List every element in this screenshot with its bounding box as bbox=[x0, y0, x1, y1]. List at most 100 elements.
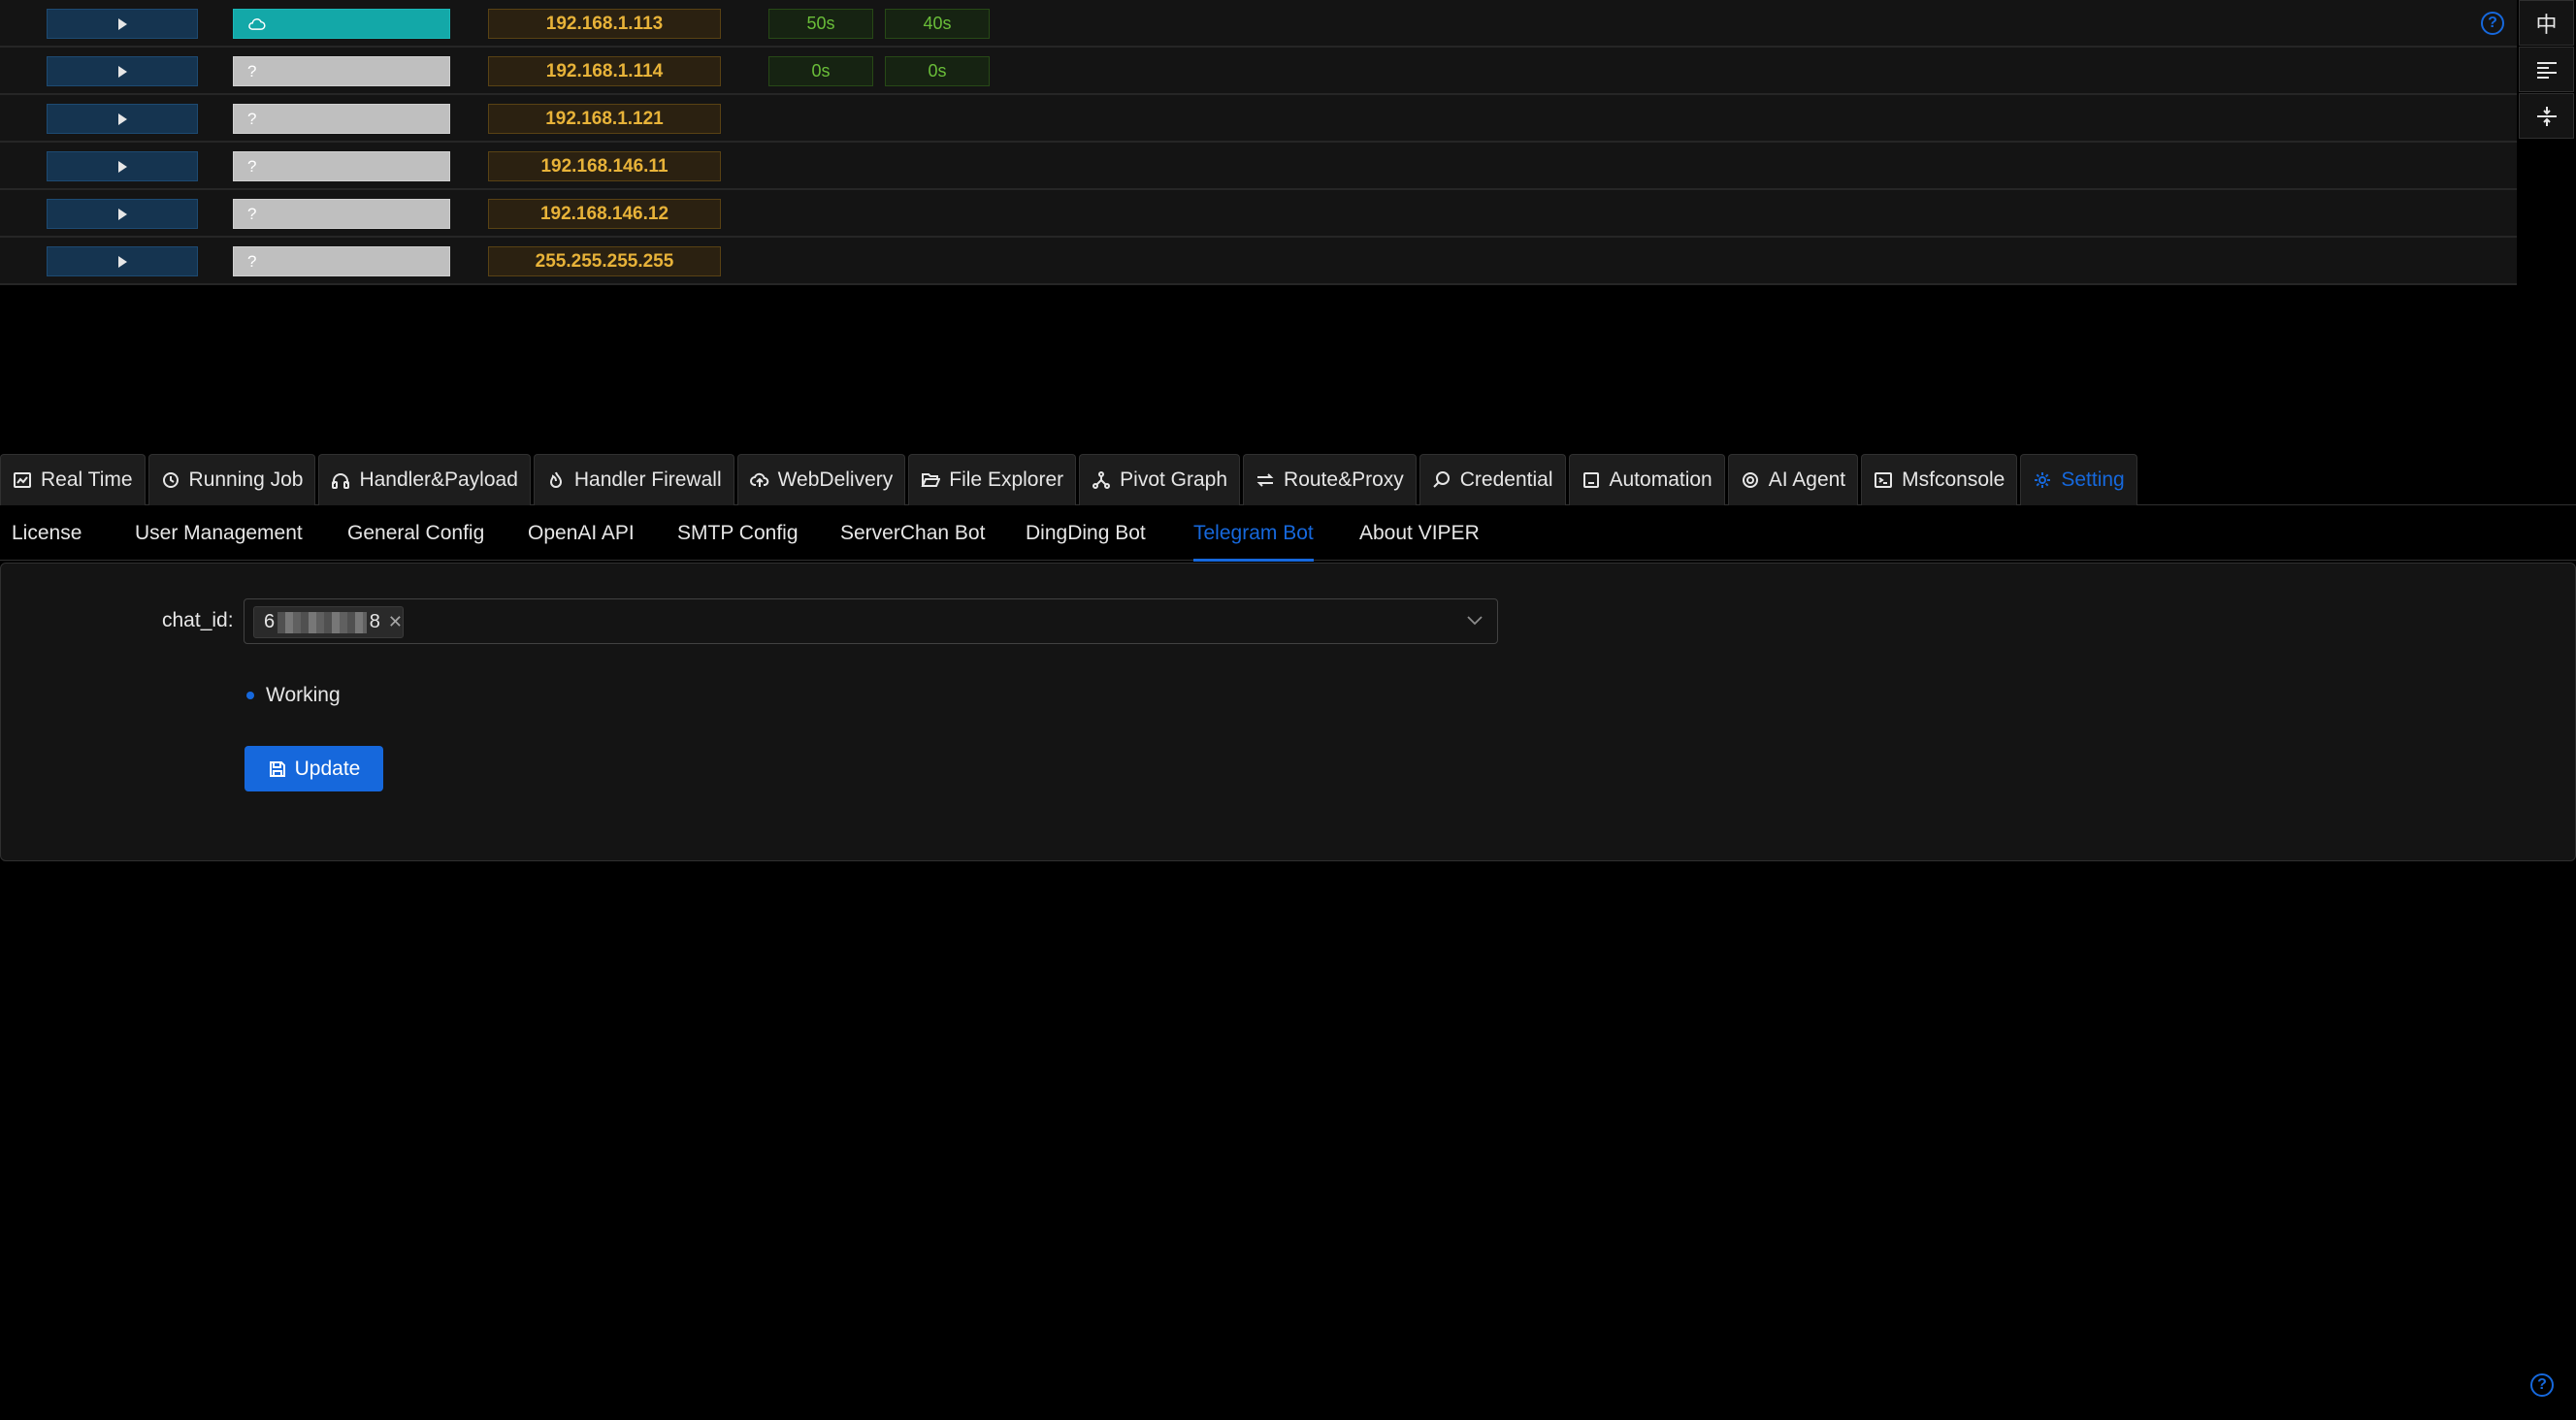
telegram-bot-panel: chat_id: 6 8 ✕ Working Update bbox=[0, 563, 2576, 861]
session-time: 40s bbox=[885, 9, 990, 39]
play-icon bbox=[117, 17, 127, 30]
fire-icon bbox=[549, 471, 562, 488]
host-ip[interactable]: 192.168.146.12 bbox=[488, 199, 721, 229]
split-button[interactable] bbox=[2519, 93, 2574, 139]
host-status-badge[interactable]: ? bbox=[233, 56, 450, 86]
play-icon bbox=[117, 255, 127, 268]
expand-button[interactable] bbox=[47, 104, 198, 134]
subtab-dingding-bot[interactable]: DingDing Bot bbox=[1026, 506, 1146, 561]
host-row[interactable]: 192.168.1.113 50s 40s bbox=[0, 0, 2517, 48]
subtab-user-management[interactable]: User Management bbox=[135, 506, 303, 561]
update-button[interactable]: Update bbox=[245, 746, 383, 791]
play-icon bbox=[117, 208, 127, 220]
expand-button[interactable] bbox=[47, 56, 198, 86]
save-icon bbox=[269, 760, 285, 777]
openai-icon bbox=[1742, 472, 1758, 488]
expand-button[interactable] bbox=[47, 151, 198, 181]
main-tab-bar: Real Time Running Job Handler&Payload Ha… bbox=[0, 454, 2576, 505]
host-row[interactable]: ? 192.168.146.11 bbox=[0, 143, 2517, 190]
tab-label: Running Job bbox=[188, 468, 304, 491]
status-dot-icon bbox=[246, 692, 254, 699]
chevron-down-icon[interactable] bbox=[1466, 611, 1484, 629]
tab-running-job[interactable]: Running Job bbox=[147, 454, 316, 505]
redacted-text bbox=[277, 611, 367, 633]
align-left-button[interactable] bbox=[2519, 47, 2574, 92]
setting-subtab-bar: License User Management General Config O… bbox=[0, 506, 2576, 562]
tab-label: File Explorer bbox=[949, 468, 1064, 491]
expand-button[interactable] bbox=[47, 199, 198, 229]
session-time: 0s bbox=[885, 56, 990, 86]
chart-icon bbox=[14, 472, 31, 488]
host-status-badge[interactable]: ? bbox=[233, 151, 450, 181]
host-row[interactable]: ? 192.168.146.12 bbox=[0, 190, 2517, 238]
tab-file-explorer[interactable]: File Explorer bbox=[908, 454, 1077, 505]
update-label: Update bbox=[294, 757, 361, 780]
host-status-badge[interactable] bbox=[233, 9, 450, 39]
tab-label: Real Time bbox=[41, 468, 133, 491]
host-ip[interactable]: 192.168.146.11 bbox=[488, 151, 721, 181]
robot-icon bbox=[1582, 472, 1599, 488]
heartbeat-time: 50s bbox=[768, 9, 873, 39]
chat-id-label: chat_id: bbox=[162, 609, 234, 631]
host-ip[interactable]: 192.168.1.114 bbox=[488, 56, 721, 86]
gear-icon bbox=[2035, 472, 2051, 488]
expand-button[interactable] bbox=[47, 246, 198, 276]
tab-handler-firewall[interactable]: Handler Firewall bbox=[533, 454, 734, 505]
tab-route-proxy[interactable]: Route&Proxy bbox=[1243, 454, 1417, 505]
host-ip[interactable]: 192.168.1.121 bbox=[488, 104, 721, 134]
tab-label: WebDelivery bbox=[777, 468, 894, 491]
tab-msfconsole[interactable]: Msfconsole bbox=[1861, 454, 2018, 505]
tab-automation[interactable]: Automation bbox=[1568, 454, 1725, 505]
tab-label: Handler&Payload bbox=[359, 468, 518, 491]
play-icon bbox=[117, 160, 127, 173]
tab-label: Setting bbox=[2061, 468, 2125, 491]
subtab-general-config[interactable]: General Config bbox=[347, 506, 484, 561]
play-icon bbox=[117, 65, 127, 78]
tab-label: Automation bbox=[1609, 468, 1712, 491]
tab-label: Route&Proxy bbox=[1284, 468, 1404, 491]
subtab-license[interactable]: License bbox=[12, 506, 82, 561]
route-icon bbox=[1256, 473, 1274, 487]
align-left-icon bbox=[2536, 61, 2557, 79]
tab-pivot-graph[interactable]: Pivot Graph bbox=[1079, 454, 1241, 505]
tab-label: AI Agent bbox=[1768, 468, 1846, 491]
subtab-openai-api[interactable]: OpenAI API bbox=[528, 506, 635, 561]
headphones-icon bbox=[332, 473, 350, 489]
close-icon[interactable]: ✕ bbox=[388, 612, 403, 632]
tab-ai-agent[interactable]: AI Agent bbox=[1727, 454, 1859, 505]
subtab-smtp-config[interactable]: SMTP Config bbox=[677, 506, 799, 561]
host-ip[interactable]: 255.255.255.255 bbox=[488, 246, 721, 276]
host-row[interactable]: ? 192.168.1.121 bbox=[0, 95, 2517, 143]
bot-status: Working bbox=[246, 684, 341, 707]
host-status-badge[interactable]: ? bbox=[233, 246, 450, 276]
subtab-serverchan-bot[interactable]: ServerChan Bot bbox=[840, 506, 985, 561]
language-button[interactable]: 中 bbox=[2519, 0, 2574, 46]
play-icon bbox=[117, 113, 127, 125]
cloud-icon bbox=[248, 17, 266, 30]
side-toolbar: 中 bbox=[2519, 0, 2574, 140]
network-icon bbox=[1092, 471, 1111, 489]
tab-real-time[interactable]: Real Time bbox=[0, 454, 146, 505]
host-status-badge[interactable]: ? bbox=[233, 199, 450, 229]
host-row[interactable]: ? 255.255.255.255 bbox=[0, 238, 2517, 285]
tab-label: Msfconsole bbox=[1902, 468, 2005, 491]
subtab-about-viper[interactable]: About VIPER bbox=[1359, 506, 1480, 561]
host-table: 192.168.1.113 50s 40s ? 192.168.1.114 0s… bbox=[0, 0, 2517, 285]
tab-credential[interactable]: Credential bbox=[1418, 454, 1566, 505]
help-icon[interactable]: ? bbox=[2530, 1373, 2554, 1397]
subtab-telegram-bot[interactable]: Telegram Bot bbox=[1193, 506, 1314, 562]
search-icon bbox=[1433, 471, 1450, 488]
host-status-badge[interactable]: ? bbox=[233, 104, 450, 134]
host-ip[interactable]: 192.168.1.113 bbox=[488, 9, 721, 39]
expand-button[interactable] bbox=[47, 9, 198, 39]
host-row[interactable]: ? 192.168.1.114 0s 0s bbox=[0, 48, 2517, 95]
tab-label: Pivot Graph bbox=[1120, 468, 1228, 491]
help-icon[interactable]: ? bbox=[2481, 12, 2504, 35]
status-text: Working bbox=[266, 684, 341, 706]
chat-id-select[interactable]: 6 8 ✕ bbox=[244, 598, 1498, 644]
tab-setting[interactable]: Setting bbox=[2020, 454, 2137, 505]
tab-label: Handler Firewall bbox=[573, 468, 722, 491]
tab-webdelivery[interactable]: WebDelivery bbox=[736, 454, 906, 505]
tab-handler-payload[interactable]: Handler&Payload bbox=[318, 454, 531, 505]
chat-id-tag: 6 8 ✕ bbox=[253, 606, 404, 638]
